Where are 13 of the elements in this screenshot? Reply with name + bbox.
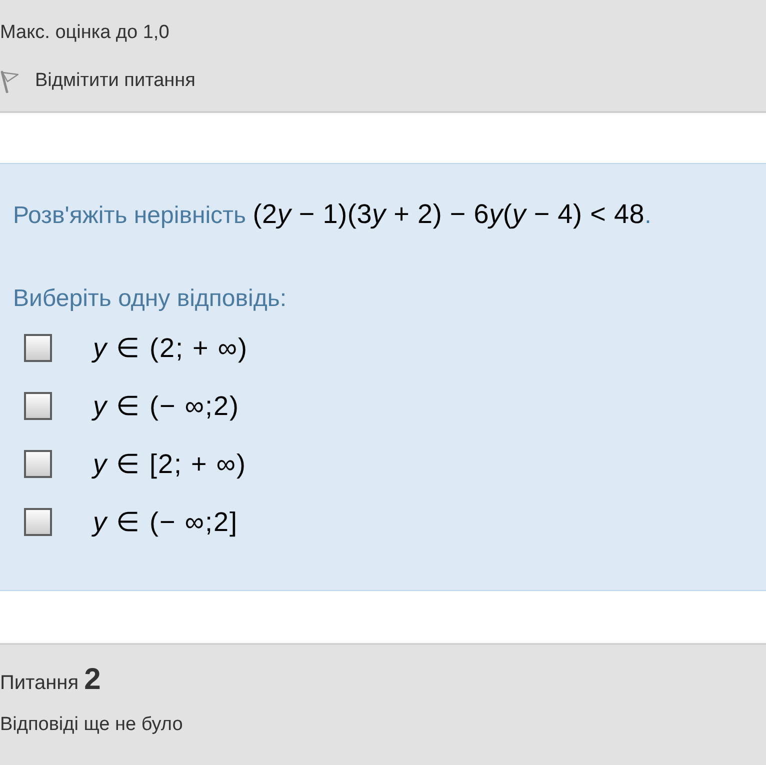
instruction-text: Виберіть одну відповідь: <box>13 285 287 312</box>
answer-checkbox[interactable] <box>24 392 52 420</box>
answer-checkbox[interactable] <box>24 334 52 362</box>
answer-checkbox[interactable] <box>24 508 52 536</box>
answer-option-text: y ∈ (− ∞;2] <box>93 506 238 539</box>
answer-option-text: y ∈ [2; + ∞) <box>93 448 247 481</box>
answer-option-text: y ∈ (2; + ∞) <box>93 332 248 365</box>
flag-question-link[interactable]: Відмітити питання <box>0 68 196 94</box>
answer-status-text: Відповіді ще не було <box>0 714 183 735</box>
answer-checkbox[interactable] <box>24 450 52 478</box>
max-grade-text: Макс. оцінка до 1,0 <box>0 22 170 43</box>
answer-option-text: y ∈ (− ∞;2) <box>93 390 240 423</box>
question-text: Розв'яжіть нерівність (2y − 1)(3y + 2) − 6y(y − 4) < 48. <box>13 202 652 229</box>
